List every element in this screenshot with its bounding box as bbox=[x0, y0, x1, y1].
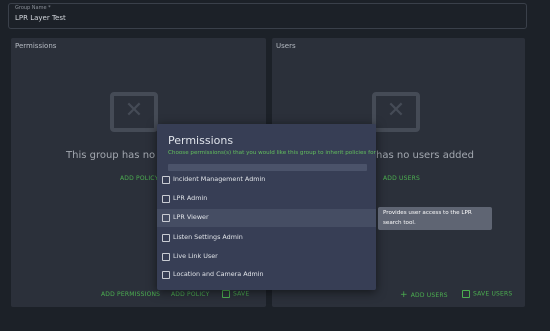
group-name-field[interactable]: Group Name * LPR Layer Test bbox=[8, 3, 527, 29]
permission-option-label: Location and Camera Admin bbox=[173, 270, 264, 278]
add-policy-button[interactable]: ADD POLICY bbox=[171, 291, 209, 298]
permission-option[interactable]: LPR Viewer bbox=[157, 209, 376, 227]
permissions-modal: Permissions Choose permissions(s) that y… bbox=[157, 124, 376, 290]
permission-option-label: LPR Viewer bbox=[173, 213, 209, 221]
users-empty-text: has no users added bbox=[376, 150, 475, 161]
add-permissions-button[interactable]: ADD PERMISSIONS bbox=[101, 291, 160, 298]
permission-option[interactable]: Live Link User bbox=[157, 248, 376, 266]
tooltip-line-2: search tool. bbox=[383, 220, 416, 226]
users-empty-icon: ✕ bbox=[372, 92, 420, 132]
checkbox[interactable] bbox=[162, 214, 170, 222]
add-users-button[interactable]: + ADD USERS bbox=[400, 290, 448, 300]
add-policy-link[interactable]: ADD POLICY bbox=[120, 175, 158, 182]
tooltip-line-1: Provides user access to the LPR bbox=[383, 210, 472, 216]
permissions-empty-icon: ✕ bbox=[110, 92, 158, 132]
permission-tooltip: Provides user access to the LPR search t… bbox=[378, 207, 492, 230]
close-icon: ✕ bbox=[124, 98, 144, 123]
permission-option[interactable]: Location and Camera Admin bbox=[157, 266, 376, 284]
checkbox[interactable] bbox=[162, 234, 170, 242]
permissions-panel-title: Permissions bbox=[15, 42, 57, 50]
checkbox[interactable] bbox=[162, 253, 170, 261]
save-icon bbox=[462, 290, 470, 298]
modal-search-bar[interactable] bbox=[168, 164, 367, 171]
permission-option[interactable]: Listen Settings Admin bbox=[157, 229, 376, 247]
permission-option-label: Incident Management Admin bbox=[173, 175, 266, 183]
save-label: SAVE bbox=[233, 290, 250, 298]
checkbox[interactable] bbox=[162, 271, 170, 279]
plus-icon: + bbox=[400, 290, 408, 300]
permission-option-label: Listen Settings Admin bbox=[173, 233, 243, 241]
modal-subtitle: Choose permissions(s) that you would lik… bbox=[168, 150, 376, 156]
modal-title: Permissions bbox=[168, 134, 234, 147]
permission-option-label: LPR Admin bbox=[173, 194, 208, 202]
permission-option[interactable]: Incident Management Admin bbox=[157, 171, 376, 189]
permission-option[interactable]: LPR Admin bbox=[157, 190, 376, 208]
save-users-label: SAVE USERS bbox=[473, 290, 513, 298]
close-icon: ✕ bbox=[386, 98, 406, 123]
checkbox[interactable] bbox=[162, 195, 170, 203]
users-panel-title: Users bbox=[276, 42, 296, 50]
save-icon bbox=[222, 290, 230, 298]
permission-option-label: Live Link User bbox=[173, 252, 218, 260]
add-users-link[interactable]: ADD USERS bbox=[383, 175, 420, 182]
save-users-button[interactable]: SAVE USERS bbox=[462, 290, 512, 298]
save-button[interactable]: SAVE bbox=[222, 290, 249, 298]
checkbox[interactable] bbox=[162, 176, 170, 184]
group-name-label: Group Name * bbox=[15, 5, 51, 11]
add-users-label: ADD USERS bbox=[410, 292, 448, 299]
group-name-value[interactable]: LPR Layer Test bbox=[15, 14, 66, 22]
